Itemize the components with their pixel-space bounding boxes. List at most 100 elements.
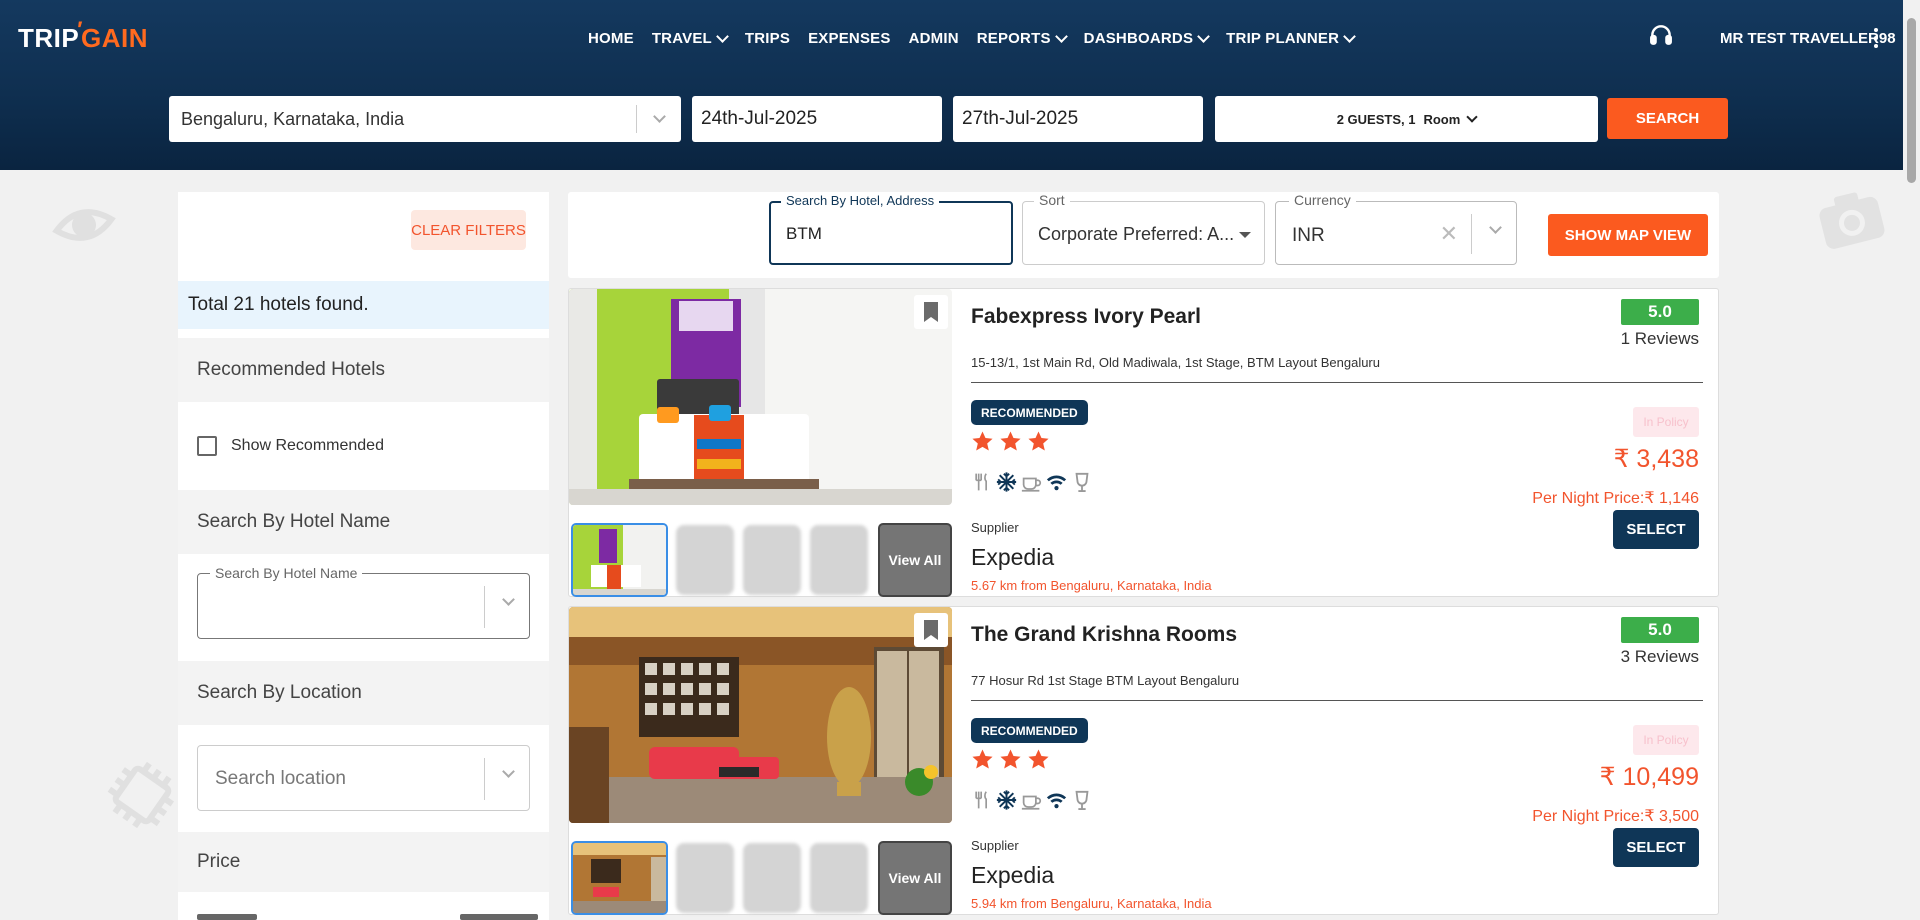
nav-item-dashboards[interactable]: DASHBOARDS [1075, 26, 1218, 51]
thumbnail-placeholder[interactable] [743, 525, 801, 595]
star-icon [971, 430, 994, 458]
reviews-count[interactable]: 3 Reviews [1621, 647, 1699, 667]
supplier-label: Supplier [971, 520, 1019, 535]
star-icon [1027, 748, 1050, 776]
section-search-location: Search By Location [178, 661, 549, 725]
location-search-select[interactable]: Search location [197, 745, 530, 811]
location-placeholder: Search location [215, 768, 346, 789]
more-options-icon[interactable] [1873, 28, 1879, 48]
sort-select[interactable]: Sort Corporate Preferred: A... [1022, 192, 1265, 265]
hotel-name-select[interactable]: Search By Hotel Name [197, 565, 530, 639]
select-separator [484, 586, 485, 628]
nav-item-trips[interactable]: TRIPS [736, 26, 799, 51]
section-title: Recommended Hotels [197, 359, 385, 380]
search-value: BTM [786, 224, 822, 243]
nav-item-home[interactable]: HOME [579, 26, 643, 51]
star-icon [999, 748, 1022, 776]
photo-thumbnails: View All [569, 841, 952, 915]
price-min-input[interactable] [197, 914, 257, 920]
coffee-icon [1021, 789, 1042, 810]
chevron-down-icon [716, 29, 729, 43]
view-all-photos-button[interactable]: View All [878, 841, 952, 915]
headset-icon[interactable] [1648, 22, 1674, 48]
reviews-count[interactable]: 1 Reviews [1621, 329, 1699, 349]
field-label: Sort [1034, 192, 1070, 208]
thumbnail-placeholder[interactable] [810, 843, 868, 913]
results-filter-bar: Search By Hotel, Address BTM Sort Corpor… [568, 192, 1719, 278]
nav-item-travel[interactable]: TRAVEL [643, 26, 736, 51]
bookmark-icon[interactable] [914, 295, 948, 329]
user-menu-name[interactable]: MR TEST TRAVELLER98 [1720, 30, 1896, 47]
section-title: Search By Hotel Name [197, 511, 391, 532]
hotel-search-bar: Bengaluru, Karnataka, India 24th-Jul-202… [0, 96, 1903, 142]
page-scrollbar[interactable] [1903, 0, 1920, 920]
search-button[interactable]: SEARCH [1607, 98, 1728, 139]
nav-item-expenses[interactable]: EXPENSES [799, 26, 899, 51]
hotel-name[interactable]: Fabexpress Ivory Pearl [971, 305, 1201, 329]
recommended-badge: RECOMMENDED [971, 400, 1088, 425]
chip-watermark-icon [107, 761, 175, 829]
section-title: Price [197, 851, 241, 872]
chevron-down-icon[interactable] [502, 765, 515, 778]
guests-rooms-dropdown[interactable]: 2 GUESTS, 1 Room [1215, 96, 1598, 142]
caret-down-icon [1239, 232, 1251, 238]
nav-item-reports[interactable]: REPORTS [968, 26, 1075, 51]
price-max-input[interactable] [460, 914, 538, 920]
chevron-down-icon[interactable] [502, 593, 515, 606]
thumbnail-placeholder[interactable] [743, 843, 801, 913]
divider [971, 382, 1703, 383]
show-recommended-checkbox[interactable] [197, 436, 217, 456]
thumbnail-selected[interactable] [571, 841, 668, 915]
nav-label: TRIP PLANNER [1226, 30, 1340, 47]
checkin-date-input[interactable]: 24th-Jul-2025 [692, 96, 942, 142]
total-hotels-text: Total 21 hotels found. [178, 281, 549, 329]
nav-item-trip-planner[interactable]: TRIP PLANNER [1217, 26, 1363, 51]
supplier-label: Supplier [971, 838, 1019, 853]
field-label: Search By Hotel Name [210, 565, 363, 581]
supplier-name: Expedia [971, 544, 1055, 570]
bookmark-icon[interactable] [914, 613, 948, 647]
select-hotel-button[interactable]: SELECT [1613, 510, 1699, 549]
thumbnail-placeholder[interactable] [810, 525, 868, 595]
currency-value: INR [1292, 225, 1325, 246]
select-separator [484, 758, 485, 800]
hotel-name[interactable]: The Grand Krishna Rooms [971, 623, 1237, 647]
photo-thumbnails: View All [569, 523, 952, 597]
clear-icon[interactable]: ✕ [1440, 221, 1458, 247]
nav-label: TRIPS [744, 30, 791, 47]
wifi-icon [1046, 789, 1067, 810]
restaurant-icon [971, 471, 992, 492]
location-select[interactable]: Bengaluru, Karnataka, India [169, 96, 681, 142]
total-price: ₹ 3,438 [1613, 445, 1699, 473]
chevron-down-icon[interactable] [637, 110, 681, 123]
thumbnail-placeholder[interactable] [676, 843, 734, 913]
hotel-photo[interactable] [569, 607, 952, 823]
wifi-icon [1046, 471, 1067, 492]
show-map-view-button[interactable]: SHOW MAP VIEW [1548, 214, 1708, 256]
hotel-photo[interactable] [569, 289, 952, 505]
in-policy-badge: In Policy [1633, 407, 1699, 437]
hotel-address-search-input[interactable]: Search By Hotel, Address BTM [769, 193, 1013, 265]
in-policy-badge: In Policy [1633, 725, 1699, 755]
scrollbar-thumb[interactable] [1907, 18, 1916, 183]
thumbnail-placeholder[interactable] [676, 525, 734, 595]
thumbnail-selected[interactable] [571, 523, 668, 597]
nav-item-admin[interactable]: ADMIN [900, 26, 968, 51]
checkout-date-input[interactable]: 27th-Jul-2025 [953, 96, 1203, 142]
section-price: Price [178, 832, 549, 892]
bar-glass-icon [1071, 471, 1092, 492]
chevron-down-icon[interactable] [1489, 221, 1502, 234]
currency-select[interactable]: Currency INR ✕ [1275, 192, 1517, 265]
ac-snowflake-icon [996, 471, 1017, 492]
chevron-down-icon [1054, 29, 1068, 43]
select-hotel-button[interactable]: SELECT [1613, 828, 1699, 867]
rating-badge: 5.0 [1621, 617, 1699, 643]
logo-mark: ′ [77, 17, 84, 42]
view-all-photos-button[interactable]: View All [878, 523, 952, 597]
clear-filters-button[interactable]: CLEAR FILTERS [411, 210, 526, 250]
main-nav: HOME TRAVEL TRIPS EXPENSES ADMIN REPORTS DASHB… [579, 26, 1363, 51]
show-recommended-checkbox-row[interactable]: Show Recommended [197, 436, 384, 456]
nav-label: HOME [588, 30, 634, 47]
tripgain-logo[interactable]: TRIP ′ GAIN [18, 17, 148, 56]
amenities-list [971, 789, 1092, 810]
